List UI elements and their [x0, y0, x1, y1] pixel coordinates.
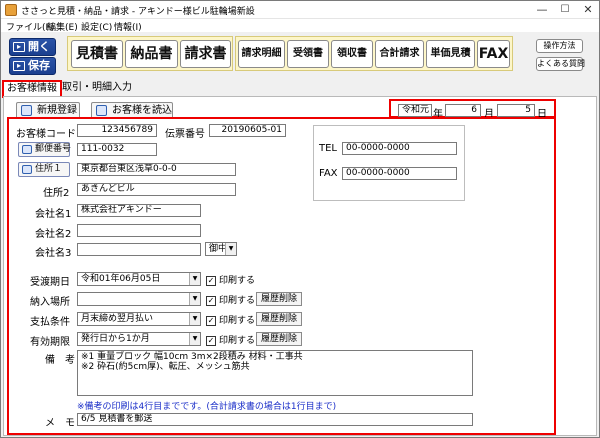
contact-box — [313, 125, 465, 201]
printer-icon — [22, 165, 32, 174]
delivery-date-label: 受渡期日 — [30, 277, 70, 288]
address1-button[interactable]: 住所１ — [18, 162, 70, 177]
new-registration-label: 新規登録 — [37, 105, 77, 116]
slip-number-field[interactable]: 20190605-01 — [209, 124, 286, 137]
tel-field[interactable]: 00-0000-0000 — [342, 142, 457, 155]
validity-value: 発行日から1か月 — [81, 334, 150, 344]
chevron-down-icon: ▼ — [225, 243, 236, 255]
app-window: ささっと見積・納品・請求 - アキンドー様ビル駐輪場新設 — ☐ ✕ ファイル(… — [0, 0, 600, 438]
payment-select[interactable]: 月末締め翌月払い ▼ — [77, 312, 201, 326]
company3-label: 会社名3 — [35, 248, 72, 259]
window-title: ささっと見積・納品・請求 - アキンドー様ビル駐輪場新設 — [21, 7, 255, 17]
open-button[interactable]: ▸ 開く — [9, 38, 56, 56]
person-icon — [21, 105, 32, 116]
close-button[interactable]: ✕ — [577, 1, 599, 19]
save-icon: ▸ — [13, 61, 25, 71]
day-field[interactable]: 5 — [497, 104, 535, 117]
honorific-select[interactable]: 御中 ▼ — [205, 242, 237, 256]
address2-label: 住所2 — [43, 188, 70, 199]
slip-number-label: 伝票番号 — [165, 129, 205, 140]
delivery-date-select[interactable]: 令和01年06月05日 ▼ — [77, 272, 201, 286]
address2-field[interactable]: あきんどビル — [77, 183, 236, 196]
unit-price-estimate-button[interactable]: 単価見積 — [426, 40, 475, 68]
tab-customer-info[interactable]: お客様情報 — [2, 80, 62, 98]
memo-label: メ モ — [45, 418, 75, 429]
invoice-button[interactable]: 請求書 — [180, 40, 231, 68]
person-icon — [96, 105, 107, 116]
open-icon: ▸ — [13, 42, 25, 52]
tab-transaction-details[interactable]: 取引・明細入力 — [59, 81, 135, 97]
chevron-down-icon: ▼ — [189, 273, 200, 285]
receipt-button[interactable]: 領収書 — [331, 40, 373, 68]
estimate-button[interactable]: 見積書 — [71, 40, 123, 68]
address1-button-label: 住所１ — [35, 164, 63, 174]
tel-label: TEL — [319, 143, 337, 154]
chevron-down-icon: ▼ — [189, 333, 200, 345]
validity-print-checkbox[interactable]: ✓ 印刷する — [206, 333, 255, 346]
place-select[interactable]: ▼ — [77, 292, 201, 306]
fax-label: FAX — [319, 168, 338, 179]
minimize-button[interactable]: — — [531, 1, 553, 19]
menu-bar: ファイル(F) 編集(E) 設定(C) 情報(I) — [1, 19, 599, 33]
open-button-label: 開く — [28, 40, 50, 53]
print-label: 印刷する — [219, 316, 256, 326]
remarks-textarea[interactable]: ※1 重量ブロック 幅10cm 3m×2段積み 材料・工事共 ※2 砕石(約5c… — [77, 350, 473, 396]
address1-field[interactable]: 東京都台東区浅草0-0-0 — [77, 163, 236, 176]
place-history-delete-button[interactable]: 履歴削除 — [256, 292, 302, 306]
customer-code-label: お客様コード — [16, 129, 76, 140]
save-button[interactable]: ▸ 保存 — [9, 57, 56, 75]
faq-button[interactable]: よくある質問 — [536, 57, 585, 71]
check-icon: ✓ — [206, 335, 216, 346]
memo-field[interactable]: 6/5 見積書を郵送 — [77, 413, 473, 426]
save-button-label: 保存 — [28, 59, 50, 72]
total-invoice-button[interactable]: 合計請求 — [375, 40, 424, 68]
month-field[interactable]: 6 — [445, 104, 481, 117]
delivery-date-print-checkbox[interactable]: ✓ 印刷する — [206, 273, 255, 286]
company2-field[interactable] — [77, 224, 201, 237]
company2-label: 会社名2 — [35, 229, 72, 240]
fax-field[interactable]: 00-0000-0000 — [342, 167, 457, 180]
postal-code-button[interactable]: 郵便番号 — [18, 142, 72, 157]
postal-code-button-label: 郵便番号 — [35, 144, 72, 154]
title-bar: ささっと見積・納品・請求 - アキンドー様ビル駐輪場新設 — ☐ ✕ — [1, 1, 599, 19]
chevron-down-icon: ▼ — [189, 293, 200, 305]
company3-field[interactable] — [77, 243, 201, 256]
receipt-slip-button[interactable]: 受領書 — [287, 40, 329, 68]
app-icon — [5, 4, 17, 16]
search-icon — [22, 145, 32, 154]
maximize-button[interactable]: ☐ — [554, 1, 576, 19]
load-customer-label: お客様を読込 — [112, 105, 172, 116]
company1-field[interactable]: 株式会社アキンドー — [77, 204, 201, 217]
remarks-label: 備 考 — [45, 355, 75, 366]
validity-label: 有効期限 — [30, 337, 70, 348]
payment-history-delete-button[interactable]: 履歴削除 — [256, 312, 302, 326]
remarks-line-1: ※1 重量ブロック 幅10cm 3m×2段積み 材料・工事共 — [81, 352, 303, 362]
check-icon: ✓ — [206, 295, 216, 306]
place-label: 納入場所 — [30, 297, 70, 308]
help-button[interactable]: 操作方法 — [536, 39, 583, 53]
check-icon: ✓ — [206, 315, 216, 326]
validity-select[interactable]: 発行日から1か月 ▼ — [77, 332, 201, 346]
remarks-line-2: ※2 砕石(約5cm厚)、転圧、メッシュ筋共 — [81, 362, 250, 372]
place-print-checkbox[interactable]: ✓ 印刷する — [206, 293, 255, 306]
chevron-down-icon: ▼ — [189, 313, 200, 325]
fax-button[interactable]: FAX — [477, 40, 510, 68]
payment-label: 支払条件 — [30, 317, 70, 328]
print-label: 印刷する — [219, 336, 256, 346]
remarks-note: ※備考の印刷は4行目までです。(合計請求書の場合は1行目まで) — [77, 402, 337, 412]
validity-history-delete-button[interactable]: 履歴削除 — [256, 332, 302, 346]
check-icon: ✓ — [206, 275, 216, 286]
print-label: 印刷する — [219, 276, 256, 286]
postal-code-field[interactable]: 111-0032 — [77, 143, 157, 156]
invoice-details-button[interactable]: 請求明細 — [238, 40, 285, 68]
delivery-note-button[interactable]: 納品書 — [125, 40, 178, 68]
payment-print-checkbox[interactable]: ✓ 印刷する — [206, 313, 255, 326]
print-label: 印刷する — [219, 296, 256, 306]
payment-value: 月末締め翌月払い — [81, 314, 154, 324]
era-field[interactable]: 令和元 — [398, 104, 432, 117]
company1-label: 会社名1 — [35, 209, 72, 220]
delivery-date-value: 令和01年06月05日 — [81, 274, 161, 284]
customer-code-field[interactable]: 123456789 — [77, 124, 157, 137]
